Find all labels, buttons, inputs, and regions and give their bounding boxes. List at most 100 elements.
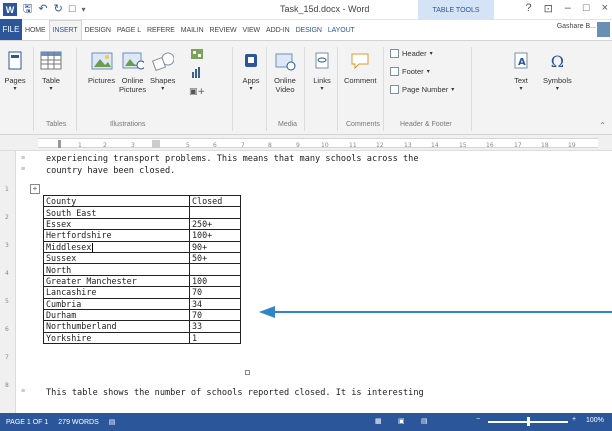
header-button[interactable]: Header ▾ bbox=[390, 49, 433, 58]
table-cell[interactable]: Durham bbox=[43, 308, 190, 322]
pages-button[interactable]: Pages ▾ bbox=[4, 49, 26, 94]
shapes-button[interactable]: Shapes ▾ bbox=[150, 49, 175, 94]
zoom-level[interactable]: 100% bbox=[586, 417, 604, 424]
apps-button[interactable]: Apps ▾ bbox=[240, 49, 262, 94]
undo-icon[interactable]: ↶ bbox=[38, 4, 47, 15]
redo-icon[interactable]: ↻ bbox=[54, 4, 63, 15]
print-layout-icon[interactable]: ▣ bbox=[398, 417, 405, 425]
ribbon-display-button[interactable]: ⊡ bbox=[544, 2, 553, 15]
footer-button[interactable]: Footer ▾ bbox=[390, 67, 430, 76]
page-count[interactable]: PAGE 1 OF 1 bbox=[6, 419, 48, 426]
vertical-ruler[interactable]: 1 2 3 4 5 6 7 8 bbox=[0, 151, 16, 413]
table-cell[interactable]: 90+ bbox=[189, 240, 241, 253]
table-cell[interactable]: South East bbox=[43, 206, 190, 219]
table-resize-handle[interactable] bbox=[245, 370, 250, 375]
table-button[interactable]: Table ▾ bbox=[40, 49, 62, 94]
table-cell[interactable] bbox=[189, 206, 241, 219]
online-pictures-button[interactable]: Online Pictures bbox=[119, 49, 146, 94]
table-cell[interactable]: 100 bbox=[189, 274, 241, 288]
avatar[interactable] bbox=[597, 22, 610, 37]
table-cell[interactable]: Lancashire bbox=[43, 286, 190, 299]
chart-button[interactable] bbox=[186, 65, 208, 79]
table-cell[interactable]: North bbox=[43, 263, 190, 276]
table-cell[interactable]: Hertfordshire bbox=[43, 229, 190, 242]
group-divider bbox=[33, 47, 34, 131]
zoom-in-icon[interactable]: + bbox=[572, 416, 576, 423]
tab-references[interactable]: REFERE bbox=[144, 20, 178, 40]
close-button[interactable]: × bbox=[602, 2, 608, 15]
table-move-handle-icon[interactable]: + bbox=[30, 184, 40, 194]
customize-toolbar-icon[interactable]: ▾ bbox=[81, 5, 85, 14]
zoom-out-icon[interactable]: − bbox=[476, 416, 480, 423]
online-video-button[interactable]: Online Video bbox=[274, 49, 296, 94]
page-number-button[interactable]: Page Number ▾ bbox=[390, 85, 454, 94]
table-cell[interactable]: Essex bbox=[43, 217, 190, 231]
word-count[interactable]: 279 WORDS bbox=[58, 419, 98, 426]
svg-text:7: 7 bbox=[241, 142, 245, 149]
read-mode-icon[interactable]: ▦ bbox=[375, 417, 382, 425]
svg-text:15: 15 bbox=[459, 142, 467, 149]
table-header-cell[interactable]: Closed bbox=[189, 194, 241, 208]
zoom-slider-thumb[interactable] bbox=[527, 417, 530, 426]
tab-design[interactable]: DESIGN bbox=[82, 20, 114, 40]
screenshot-button[interactable]: ▣+ bbox=[186, 83, 208, 97]
ruler-track: 123 567 8 9 10 11 12 13 14 15 16 17 18 19 bbox=[38, 138, 598, 149]
group-label-illustrations: Illustrations bbox=[110, 121, 146, 128]
save-icon[interactable]: 🖫 bbox=[23, 4, 32, 15]
table-cell[interactable]: Greater Manchester bbox=[43, 274, 190, 288]
svg-text:A: A bbox=[518, 57, 526, 68]
pictures-button[interactable]: Pictures bbox=[88, 49, 115, 85]
table-cell[interactable]: 34 bbox=[189, 297, 241, 310]
comment-button[interactable]: Comment bbox=[344, 49, 377, 85]
proofing-icon[interactable]: ▤ bbox=[109, 418, 116, 426]
group-label-tables: Tables bbox=[46, 121, 67, 128]
svg-text:2: 2 bbox=[103, 142, 107, 149]
window-controls: ? ⊡ – □ × bbox=[525, 2, 608, 15]
omega-icon: Ω bbox=[550, 51, 564, 71]
table-cell[interactable]: 250+ bbox=[189, 217, 241, 231]
print-preview-icon[interactable]: □ bbox=[69, 4, 76, 15]
symbols-button[interactable]: Ω Symbols ▾ bbox=[543, 49, 572, 94]
group-divider bbox=[266, 47, 267, 131]
table-cell[interactable]: Cumbria bbox=[43, 297, 190, 310]
table-cell[interactable]: Sussex bbox=[43, 251, 190, 265]
collapse-ribbon-icon[interactable]: ⌃ bbox=[599, 121, 606, 130]
tab-view[interactable]: VIEW bbox=[240, 20, 264, 40]
maximize-button[interactable]: □ bbox=[583, 2, 590, 15]
tab-add-ins[interactable]: ADD-IN bbox=[263, 20, 293, 40]
minimize-button[interactable]: – bbox=[565, 2, 571, 15]
web-layout-icon[interactable]: ▤ bbox=[421, 417, 428, 425]
paragraph-line: This table shows the number of schools r… bbox=[46, 388, 424, 398]
table-cell[interactable]: Middlesex bbox=[43, 240, 190, 253]
table-cell[interactable]: 1 bbox=[189, 331, 241, 345]
table-cell[interactable]: Northumberland bbox=[43, 320, 190, 333]
table-row: Middlesex 90+ bbox=[43, 240, 241, 253]
help-button[interactable]: ? bbox=[525, 2, 531, 15]
tab-mailings[interactable]: MAILIN bbox=[178, 20, 207, 40]
table-cell[interactable]: 70 bbox=[189, 308, 241, 322]
links-button[interactable]: Links ▾ bbox=[311, 49, 333, 94]
table-cell[interactable]: 70 bbox=[189, 286, 241, 299]
table-header-cell[interactable]: County bbox=[43, 194, 190, 208]
tab-file[interactable]: FILE bbox=[0, 19, 22, 40]
user-name[interactable]: Gashare B... bbox=[557, 23, 596, 30]
table-cell[interactable] bbox=[189, 263, 241, 276]
svg-text:2: 2 bbox=[5, 214, 9, 221]
word-app-icon[interactable]: W bbox=[3, 3, 17, 16]
tab-table-layout[interactable]: LAYOUT bbox=[325, 20, 358, 40]
horizontal-ruler[interactable]: 123 567 8 9 10 11 12 13 14 15 16 17 18 19 bbox=[0, 135, 612, 151]
table-cell[interactable]: 33 bbox=[189, 320, 241, 333]
smartart-button[interactable] bbox=[186, 47, 208, 61]
svg-text:1: 1 bbox=[5, 186, 9, 193]
text-button[interactable]: A Text ▾ bbox=[510, 49, 532, 94]
table-cell[interactable]: Yorkshire bbox=[43, 331, 190, 345]
tab-insert[interactable]: INSERT bbox=[48, 20, 82, 40]
tab-review[interactable]: REVIEW bbox=[207, 20, 240, 40]
table-cell[interactable]: 100+ bbox=[189, 229, 241, 242]
tab-table-design[interactable]: DESIGN bbox=[293, 20, 325, 40]
table-cell[interactable]: 50+ bbox=[189, 251, 241, 265]
county-table[interactable]: County Closed South East Essex 250+ Hertf… bbox=[43, 194, 241, 345]
tab-home[interactable]: HOME bbox=[22, 20, 49, 40]
tab-page-layout[interactable]: PAGE L bbox=[114, 20, 144, 40]
document-canvas[interactable]: experiencing transport problems. This me… bbox=[17, 151, 612, 413]
